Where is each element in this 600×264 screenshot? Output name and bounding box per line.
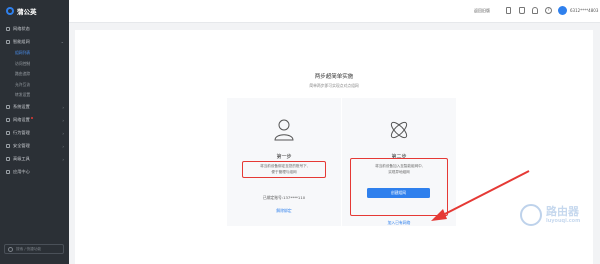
atom-network-icon (390, 121, 408, 139)
sidebar-item-label: 安全管理 (13, 143, 30, 148)
chevron-right-icon: › (62, 117, 64, 123)
chevron-right-icon: › (62, 104, 64, 110)
sidebar-item-network-settings[interactable]: 网络设置 › (0, 114, 69, 127)
sidebar-subitem-allow-mutual[interactable]: 允许互访 (0, 80, 69, 91)
shield-icon (6, 144, 10, 148)
sidebar-item-app-center[interactable]: 应用中心 (0, 166, 69, 179)
brand-name: 蒲公英 (17, 8, 37, 16)
return-old-version-link[interactable]: 返回旧版 (474, 8, 490, 14)
skin-icon[interactable] (519, 7, 525, 14)
sidebar-subitem-access-control[interactable]: 访问控制 (0, 59, 69, 70)
watermark-text: 路由器 luyouqi.com (546, 205, 581, 225)
step1-card: 第一步 将当前设备绑定至您的账号下, 便于管理与组网 已绑定账号:137****… (227, 98, 341, 226)
step1-title: 第一步 (276, 154, 292, 160)
search-icon (8, 246, 13, 252)
sidebar-item-label: 高级工具 (13, 156, 30, 161)
sidebar-subitem-route-trace[interactable]: 路由追踪 (0, 69, 69, 80)
page-title: 两步超简单实施 (314, 74, 354, 80)
sidebar-item-system-settings[interactable]: 系统设置 › (0, 101, 69, 114)
bell-icon[interactable] (532, 7, 538, 14)
step1-desc-line2: 便于管理与组网 (271, 169, 297, 174)
tools-icon (6, 157, 10, 161)
watermark-big: 路由器 (546, 205, 579, 218)
search-placeholder: 搜索 / 快捷功能 (16, 246, 42, 251)
user-icon (274, 119, 294, 141)
help-icon[interactable]: ? (545, 7, 552, 14)
sidebar-nav: 网络状态 智能组网 ⌄ 组网列表 访问控制 路由追踪 允许互访 转发设置 系统设… (0, 22, 69, 179)
sidebar-submenu: 组网列表 访问控制 路由追踪 允许互访 转发设置 (0, 48, 69, 101)
watermark-small: luyouqi.com (546, 218, 581, 224)
chevron-right-icon: › (62, 143, 64, 149)
avatar (558, 6, 567, 15)
chevron-right-icon: › (62, 156, 64, 162)
network-icon (6, 39, 10, 44)
sidebar-item-security-management[interactable]: 安全管理 › (0, 140, 69, 153)
brand[interactable]: 蒲公英 (0, 0, 69, 22)
sidebar-item-label: 应用中心 (13, 169, 30, 174)
behavior-icon (6, 131, 10, 135)
notification-dot (30, 116, 33, 119)
sidebar-item-label: 智能组网 (13, 38, 30, 44)
sidebar-item-behavior-management[interactable]: 行为管理 › (0, 127, 69, 140)
apps-icon (6, 170, 10, 174)
unbind-link[interactable]: 解除绑定 (227, 208, 341, 214)
dashboard-icon (6, 26, 10, 31)
top-bar: 返回旧版 ? 6312****4803 ⌄ (69, 0, 600, 23)
sidebar-item-label: 网络状态 (13, 25, 30, 31)
globe-icon (6, 118, 10, 122)
dandelion-logo-icon (6, 7, 14, 15)
sidebar-item-label: 网络设置 (13, 117, 30, 122)
page-subtitle: 简单两步即可实现点对点组网 (309, 83, 359, 88)
sidebar-item-label: 系统设置 (13, 104, 30, 109)
bound-account: 已绑定账号:137****110 (262, 195, 306, 200)
sidebar-search-input[interactable]: 搜索 / 快捷功能 (4, 244, 64, 254)
red-arrow-annotation (431, 170, 530, 221)
sidebar-item-advanced-tools[interactable]: 高级工具 › (0, 153, 69, 166)
watermark: 路由器 luyouqi.com (520, 195, 595, 235)
step1-description: 将当前设备绑定至您的账号下, 便于管理与组网 (227, 164, 341, 175)
sidebar-subitem-forwarding[interactable]: 转发设置 (0, 90, 69, 101)
mobile-icon[interactable] (506, 7, 511, 14)
main-panel: 两步超简单实施 简单两步即可实现点对点组网 第一步 将当前设备绑定至您的账号下,… (75, 30, 593, 264)
settings-icon (6, 105, 10, 109)
network-icon-wrap (342, 118, 456, 142)
sidebar-item-smart-network[interactable]: 智能组网 ⌄ (0, 35, 69, 48)
router-logo-icon (520, 204, 542, 226)
sidebar-subitem-network-list[interactable]: 组网列表 (0, 48, 69, 59)
chevron-down-icon: ⌄ (60, 39, 64, 44)
create-network-button[interactable]: 创建组网 (367, 188, 430, 198)
sidebar: 蒲公英 网络状态 智能组网 ⌄ 组网列表 访问控制 路由追踪 允许互访 转发设置… (0, 0, 69, 264)
user-name: 6312****4803 (570, 8, 599, 13)
chevron-right-icon: › (62, 130, 64, 136)
sidebar-item-network-status[interactable]: 网络状态 (0, 22, 69, 35)
user-icon-wrap (227, 118, 341, 142)
sidebar-item-label: 行为管理 (13, 130, 30, 135)
user-menu[interactable]: 6312****4803 ⌄ (558, 6, 600, 15)
